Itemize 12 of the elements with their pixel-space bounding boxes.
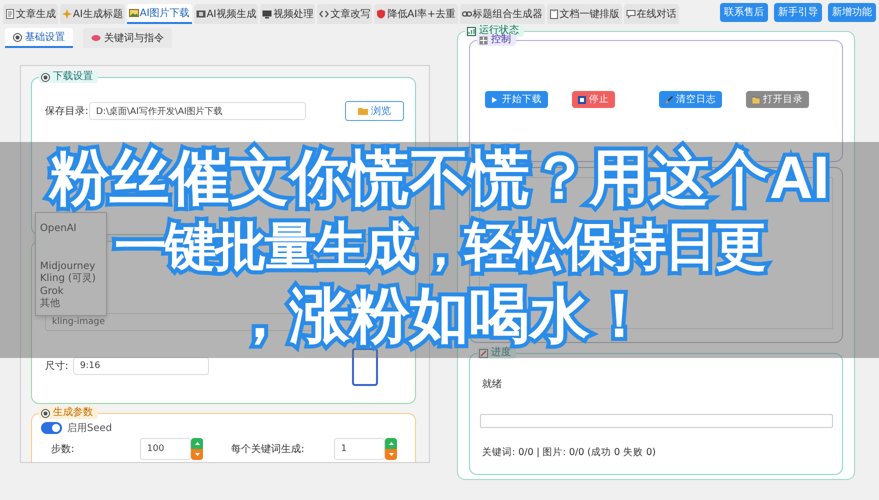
stats-text: 关键词: 0/0 | 图片: 0/0 (成功 0 失败 0): [482, 446, 656, 459]
field-label: 步数:: [51, 442, 76, 456]
status-text: 就绪: [482, 378, 502, 391]
group-title: 进度: [491, 347, 511, 359]
field-label: 每个关键词生成:: [231, 442, 306, 456]
caption-text: 粉丝催文你慌不慌？用这个AI: [50, 148, 830, 208]
group-title: 生成参数: [53, 407, 93, 419]
group-title: 下载设置: [53, 71, 93, 83]
group-title: 控制: [491, 34, 511, 46]
field-label: 保存目录:: [45, 105, 89, 118]
field-label: 尺寸:: [45, 360, 70, 373]
toggle-label: 启用Seed: [67, 422, 112, 435]
